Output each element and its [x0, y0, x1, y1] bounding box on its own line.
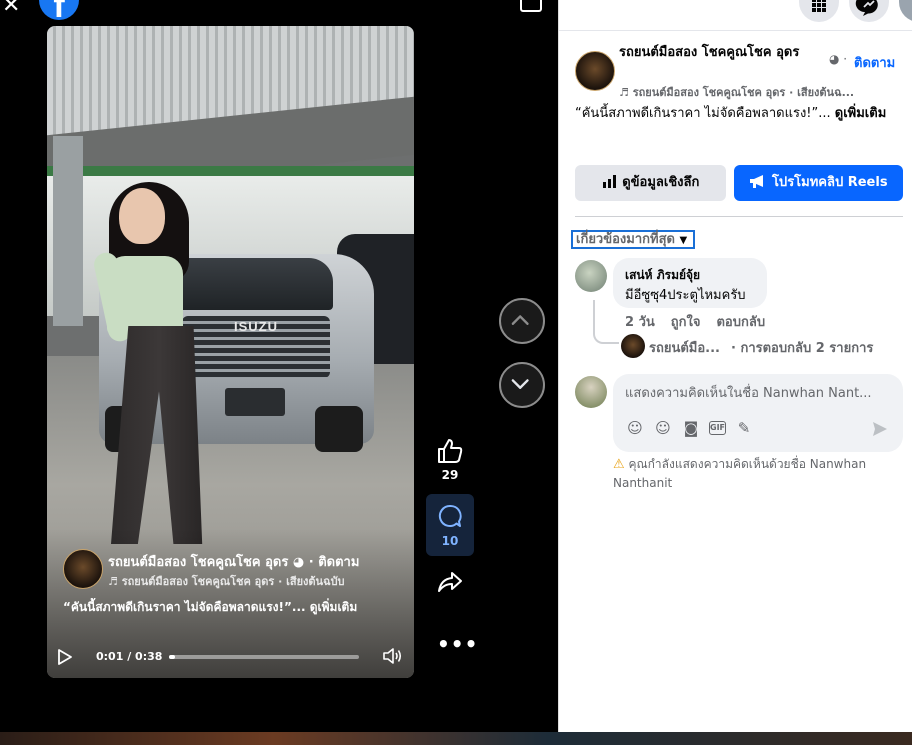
avatar	[621, 334, 645, 358]
page-name[interactable]: รถยนต์มือสอง โชคคูณโชค อุดร	[619, 43, 819, 62]
taskbar-strip	[0, 732, 912, 745]
comment-identity-notice: ⚠ คุณกำลังแสดงความคิดเห็นด้วยชื่อ Nanwha…	[613, 455, 903, 493]
reply-thread-line	[593, 300, 619, 344]
music-note-icon: ♬	[108, 575, 118, 588]
emoji-icon[interactable]: ☺	[653, 418, 673, 438]
like-count: 29	[441, 468, 459, 482]
overlay-caption[interactable]: “คันนี้สภาพดีเกินราคา ไม่จัดคือพลาดแรง!”…	[63, 598, 408, 617]
comment-time[interactable]: 2 วัน	[625, 315, 655, 330]
car-badge: ISUZU	[234, 319, 278, 334]
insights-button[interactable]: ดูข้อมูลเชิงลึก	[575, 165, 726, 201]
warning-icon: ⚠	[613, 457, 625, 472]
reply-author[interactable]: รถยนต์มือ...	[649, 337, 731, 358]
chevron-down-icon	[511, 379, 529, 389]
progress-fill	[169, 655, 175, 659]
account-avatar[interactable]	[899, 0, 912, 22]
promote-reels-button[interactable]: โปรโมทคลิป Reels	[734, 165, 903, 201]
video-scene-top	[107, 256, 183, 336]
comment-like-link[interactable]: ถูกใจ	[671, 315, 701, 330]
see-more-link[interactable]: ดูเพิ่มเติม	[835, 106, 886, 121]
camera-icon[interactable]: ◙	[681, 418, 701, 438]
notice-text: คุณกำลังแสดงความคิดเห็นด้วยชื่อ Nanwhan …	[613, 457, 867, 490]
more-icon[interactable]: •••	[437, 632, 478, 656]
messenger-button[interactable]	[849, 0, 889, 22]
caret-down-icon: ▼	[679, 235, 688, 246]
caption-text: “คันนี้สภาพดีเกินราคา ไม่จัดคือพลาดแรง!”…	[575, 106, 831, 121]
video-scene-plate	[225, 388, 285, 416]
comment-bubble: เสน่ห์ ภิรมย์จุ้ย มีอีซูซุ4ประตูไหมครับ	[613, 258, 767, 308]
insights-label: ดูข้อมูลเชิงลึก	[622, 175, 700, 190]
gif-icon[interactable]: GIF	[709, 421, 726, 435]
page-avatar[interactable]	[575, 51, 615, 91]
megaphone-icon	[749, 167, 767, 203]
insights-icon	[602, 167, 618, 203]
page-avatar[interactable]	[63, 549, 103, 589]
overlay-page-name-text[interactable]: รถยนต์มือสอง โชคคูณโชค อุดร	[108, 555, 288, 570]
globe-icon: ◕ ·	[829, 52, 848, 66]
comment-composer: ☺ ☺ ◙ GIF ✎	[613, 374, 903, 452]
music-note-icon: ♬	[619, 86, 629, 99]
caption: “คันนี้สภาพดีเกินราคา ไม่จัดคือพลาดแรง!”…	[575, 103, 895, 124]
facebook-logo[interactable]: f	[39, 0, 79, 20]
avatar[interactable]	[575, 260, 607, 292]
globe-icon: ◕	[292, 555, 305, 570]
sort-label: เกี่ยวข้องมากที่สุด	[576, 232, 675, 247]
comment-button[interactable]: 10	[426, 494, 474, 556]
follow-link[interactable]: ติดตาม	[854, 52, 895, 73]
view-replies-link[interactable]: · การตอบกลับ 2 รายการ	[731, 337, 873, 358]
details-panel: รถยนต์มือสอง โชคคูณโชค อุดร ◕ · ติดตาม ♬…	[558, 0, 912, 732]
like-icon[interactable]	[435, 436, 465, 466]
comment-author[interactable]: เสน่ห์ ภิรมย์จุ้ย	[625, 266, 700, 285]
comment-input[interactable]	[625, 382, 887, 404]
next-video-button[interactable]	[499, 362, 545, 408]
grid-icon	[812, 0, 826, 12]
overlay-page-name[interactable]: รถยนต์มือสอง โชคคูณโชค อุดร ◕ · ติดตาม	[108, 551, 359, 572]
comment-meta: 2 วัน ถูกใจ ตอบกลับ	[625, 311, 781, 332]
play-icon[interactable]	[57, 648, 73, 666]
send-icon[interactable]	[871, 420, 889, 438]
promote-label: โปรโมทคลิป Reels	[771, 175, 888, 190]
pip-icon[interactable]	[520, 0, 542, 12]
progress-bar[interactable]	[169, 655, 359, 659]
audio-link[interactable]: ♬ รถยนต์มือสอง โชคคูณโชค อุดร · เสียงต้น…	[619, 83, 904, 101]
avatar[interactable]	[575, 376, 607, 408]
close-icon[interactable]: ✕	[2, 0, 22, 17]
divider	[559, 30, 912, 31]
audio-text[interactable]: รถยนต์มือสอง โชคคูณโชค อุดร · เสียงต้นฉ.…	[633, 86, 854, 99]
messenger-icon	[855, 0, 878, 16]
comment-reply-link[interactable]: ตอบกลับ	[716, 315, 765, 330]
composer-tools: ☺ ☺ ◙ GIF ✎	[625, 418, 762, 440]
chevron-up-icon	[511, 315, 529, 325]
comment-count: 10	[441, 534, 459, 548]
comment-icon	[438, 504, 462, 527]
volume-icon[interactable]	[381, 645, 403, 667]
video-scene-stripe	[47, 166, 414, 176]
share-icon[interactable]	[437, 570, 463, 594]
comment-text: มีอีซูซุ4ประตูไหมครับ	[625, 288, 746, 303]
video-viewer: ✕ f ISUZU รถยนต์มือสอง โชคคูณโชค อุดร ◕ …	[0, 0, 558, 732]
video-scene-face	[119, 188, 165, 244]
time-readout: 0:01 / 0:38	[96, 650, 163, 663]
sort-dropdown[interactable]: เกี่ยวข้องมากที่สุด ▼	[571, 230, 696, 249]
video-scene-wheel	[315, 406, 363, 452]
divider	[575, 216, 903, 217]
overlay-audio[interactable]: ♬ รถยนต์มือสอง โชคคูณโชค อุดร · เสียงต้น…	[108, 572, 345, 590]
sticker-icon[interactable]: ✎	[734, 418, 754, 438]
avatar-sticker-icon[interactable]: ☺	[625, 418, 645, 438]
menu-button[interactable]	[799, 0, 839, 22]
overlay-follow-link[interactable]: ติดตาม	[318, 555, 359, 570]
overlay-audio-text[interactable]: รถยนต์มือสอง โชคคูณโชค อุดร · เสียงต้นฉบ…	[122, 575, 345, 588]
video-scene-pillar	[53, 136, 83, 326]
previous-video-button[interactable]	[499, 298, 545, 344]
